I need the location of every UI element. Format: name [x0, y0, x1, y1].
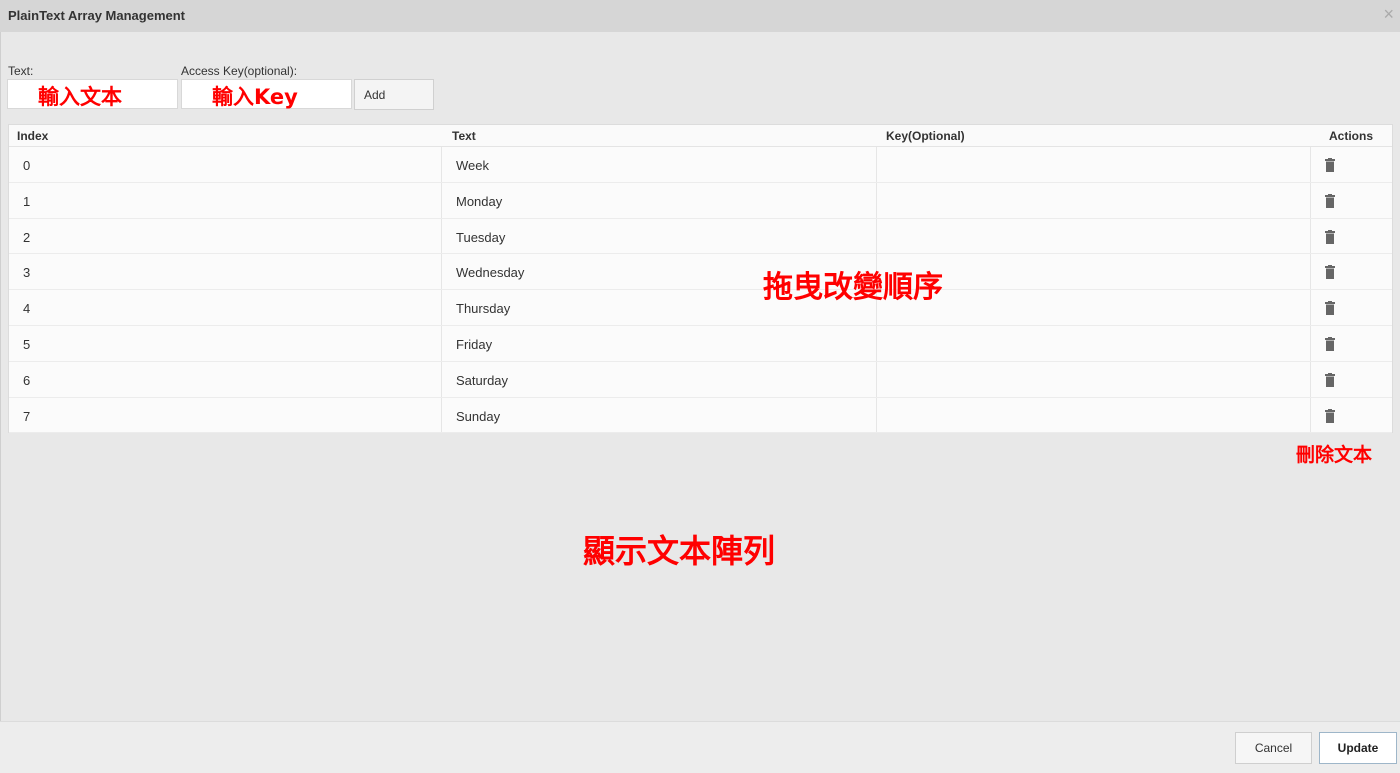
dialog-titlebar: PlainText Array Management ×: [0, 0, 1400, 32]
cell-key: [877, 147, 1311, 182]
dialog-title: PlainText Array Management: [8, 8, 185, 23]
table-body: 0 Week 1 Monday 2 Tuesday 3 Wednesday 4 Thursday 5…: [9, 147, 1393, 434]
update-button[interactable]: Update: [1319, 732, 1397, 764]
cell-actions: [1311, 147, 1393, 182]
trash-icon[interactable]: [1325, 193, 1335, 208]
cell-text: Monday: [442, 182, 877, 218]
table-row[interactable]: 2 Tuesday: [9, 218, 1393, 255]
trash-icon[interactable]: [1325, 301, 1335, 316]
cell-index: 4: [9, 290, 442, 325]
table-row[interactable]: 7 Sunday: [9, 397, 1393, 434]
header-text: Text: [452, 129, 476, 143]
trash-icon[interactable]: [1325, 408, 1335, 423]
cell-index: 6: [9, 361, 442, 397]
annotation-text-input: 輸入文本: [38, 85, 122, 109]
table-row[interactable]: 1 Monday: [9, 182, 1393, 219]
annotation-key-input: 輸入Key: [212, 85, 298, 109]
text-field-label: Text:: [8, 64, 34, 78]
cell-text: Saturday: [442, 361, 877, 397]
annotation-display-array: 顯示文本陣列: [583, 532, 776, 570]
cell-actions: [1311, 398, 1393, 433]
cell-text: Sunday: [442, 397, 877, 433]
cell-text: Week: [442, 147, 877, 182]
dialog-left-border: [0, 32, 1, 773]
table-row[interactable]: 6 Saturday: [9, 361, 1393, 398]
add-button[interactable]: Add: [354, 79, 434, 110]
cell-actions: [1311, 290, 1393, 325]
annotation-drag-reorder: 拖曳改變順序: [763, 270, 943, 305]
cell-key: [877, 397, 1311, 433]
cell-actions: [1311, 219, 1393, 254]
cell-key: [877, 218, 1311, 254]
cell-index: 0: [9, 147, 442, 182]
header-actions: Actions: [1329, 129, 1374, 143]
cell-key: [877, 361, 1311, 397]
key-field-label: Access Key(optional):: [181, 64, 298, 78]
cell-actions: [1311, 362, 1393, 397]
header-index: Index: [17, 129, 49, 143]
trash-icon[interactable]: [1325, 372, 1335, 387]
text-array-table: Index Text Key(Optional) Actions 0 Week 1 M…: [8, 124, 1393, 434]
cell-index: 7: [9, 397, 442, 433]
annotation-delete-text: 刪除文本: [1296, 444, 1373, 466]
cell-actions: [1311, 326, 1393, 361]
cell-text: Tuesday: [442, 218, 877, 254]
cell-key: [877, 182, 1311, 218]
trash-icon[interactable]: [1325, 229, 1335, 244]
cell-text: Friday: [442, 325, 877, 361]
cell-actions: [1311, 254, 1393, 289]
table-row[interactable]: 3 Wednesday: [9, 254, 1393, 291]
trash-icon[interactable]: [1325, 336, 1335, 351]
table-row[interactable]: 4 Thursday: [9, 290, 1392, 326]
close-icon[interactable]: ×: [1383, 4, 1394, 24]
cell-actions: [1311, 183, 1393, 218]
cell-index: 5: [9, 325, 442, 361]
cell-index: 1: [9, 182, 442, 218]
trash-icon[interactable]: [1325, 158, 1335, 172]
table-row[interactable]: 0 Week: [9, 147, 1392, 183]
dialog-footer: [0, 721, 1400, 773]
table-header: Index Text Key(Optional) Actions: [9, 125, 1392, 147]
cancel-button[interactable]: Cancel: [1235, 732, 1312, 764]
header-key: Key(Optional): [886, 129, 965, 143]
cell-index: 3: [9, 254, 442, 290]
trash-icon[interactable]: [1325, 265, 1335, 280]
table-row[interactable]: 5 Friday: [9, 325, 1393, 362]
cell-index: 2: [9, 218, 442, 254]
cell-key: [877, 325, 1311, 361]
